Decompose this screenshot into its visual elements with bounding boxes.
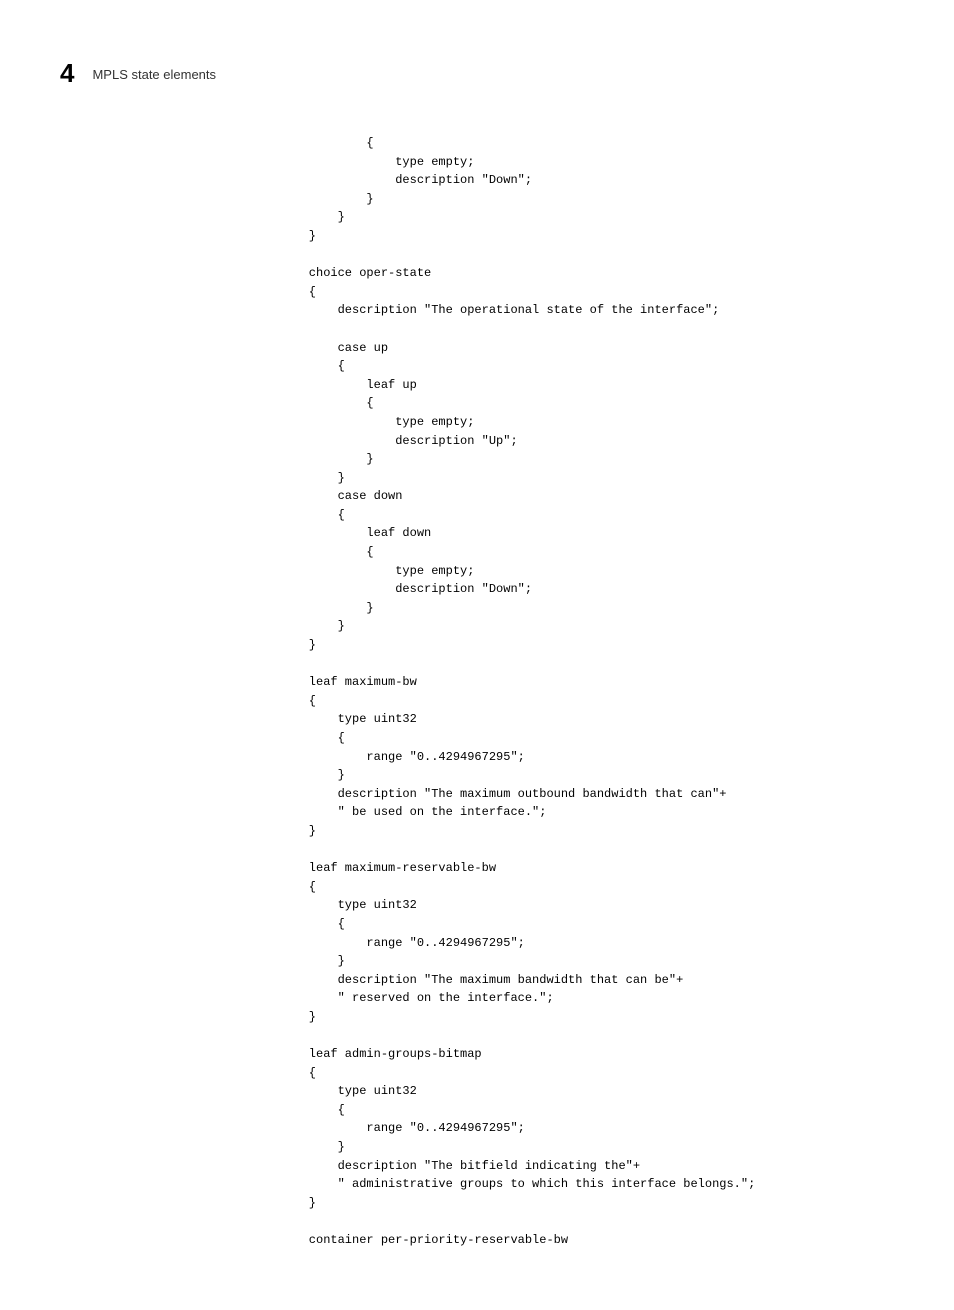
code-block: { type empty; description "Down"; } } } … bbox=[280, 134, 894, 1250]
chapter-title: MPLS state elements bbox=[92, 67, 216, 82]
page-header: 4 MPLS state elements bbox=[60, 60, 894, 86]
page-container: 4 MPLS state elements { type empty; desc… bbox=[0, 0, 954, 1310]
chapter-number: 4 bbox=[60, 60, 74, 86]
